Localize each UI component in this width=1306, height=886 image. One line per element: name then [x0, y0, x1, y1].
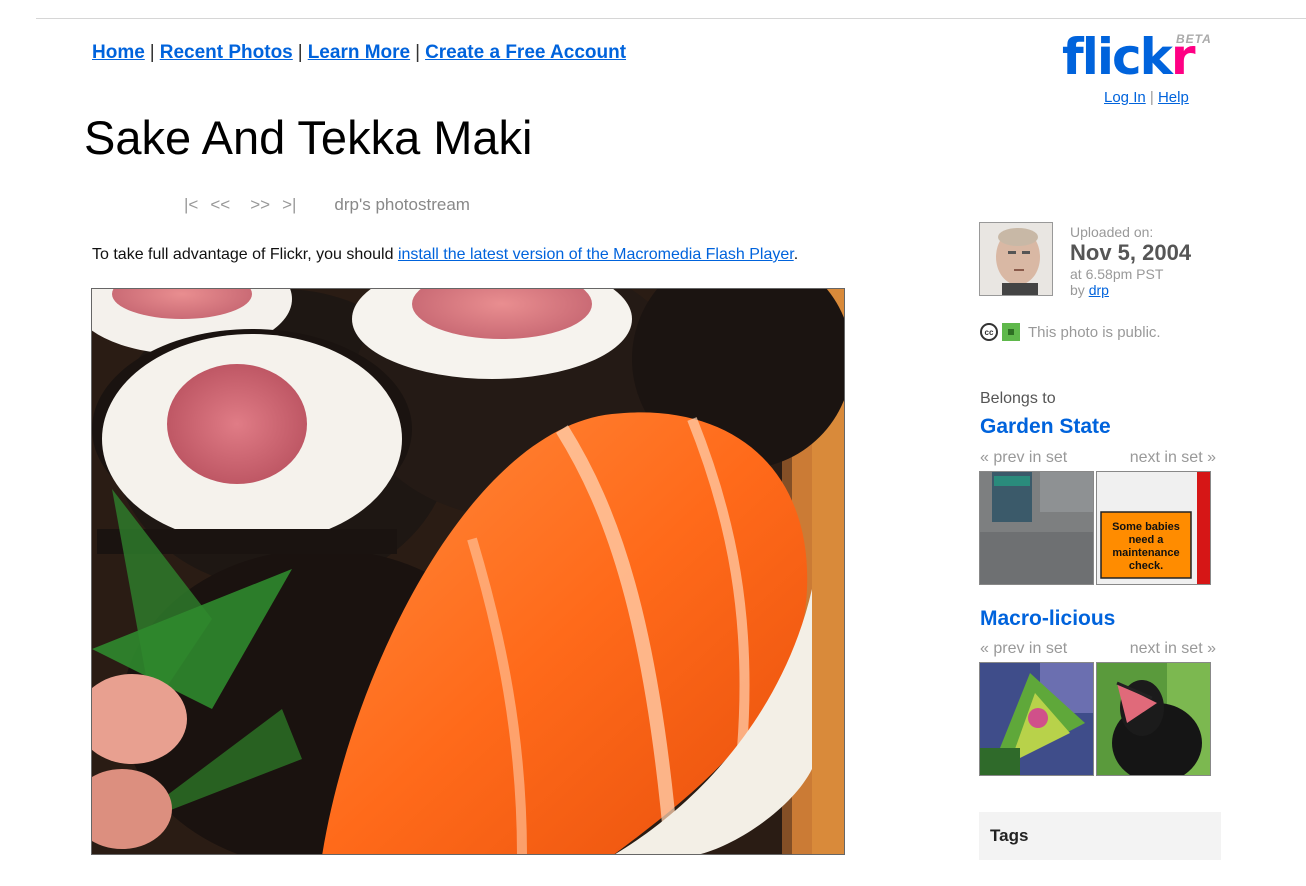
- nav-separator: |: [415, 42, 421, 63]
- first-photo-button[interactable]: |<: [184, 195, 198, 214]
- svg-text:maintenance: maintenance: [1112, 547, 1179, 559]
- upload-time: at 6.58pm PST: [1070, 266, 1164, 282]
- privacy-text: This photo is public.: [1028, 323, 1161, 341]
- set-nav: « prev in set next in set »: [980, 449, 1216, 467]
- upload-info: Uploaded on: Nov 5, 2004 at 6.58pm PST b…: [1070, 224, 1191, 298]
- photostream-pager: |< << >> >| drp's photostream: [184, 195, 482, 215]
- flash-notice-text: To take full advantage of Flickr, you sh…: [92, 246, 398, 263]
- last-photo-button[interactable]: >|: [282, 195, 296, 214]
- nav-recent-photos-link[interactable]: Recent Photos: [160, 42, 293, 63]
- auth-separator: |: [1149, 89, 1154, 106]
- svg-text:check.: check.: [1129, 560, 1163, 572]
- help-link[interactable]: Help: [1158, 89, 1189, 106]
- flickr-logo[interactable]: flickr BETA: [1062, 30, 1222, 84]
- tags-heading: Tags: [990, 826, 1029, 845]
- svg-text:need a: need a: [1129, 534, 1165, 546]
- tags-panel: Tags: [979, 812, 1221, 860]
- photo-title: Sake And Tekka Maki: [84, 111, 533, 164]
- next-photo-button[interactable]: >>: [250, 195, 270, 214]
- photostream-link[interactable]: drp's photostream: [334, 195, 470, 214]
- prev-in-set-thumbnail[interactable]: [979, 471, 1094, 585]
- next-in-set-thumbnail[interactable]: [1096, 662, 1211, 776]
- nav-home-link[interactable]: Home: [92, 42, 145, 63]
- set-nav: « prev in set next in set »: [980, 640, 1216, 658]
- upload-date: Nov 5, 2004: [1070, 240, 1192, 265]
- set-title-macro-licious[interactable]: Macro-licious: [980, 607, 1115, 631]
- prev-in-set-thumbnail[interactable]: [979, 662, 1094, 776]
- login-link[interactable]: Log In: [1104, 89, 1146, 106]
- flash-notice-suffix: .: [793, 246, 799, 263]
- uploaded-on-label: Uploaded on:: [1070, 224, 1154, 240]
- privacy-status: cc This photo is public.: [980, 323, 1161, 341]
- svg-text:Some babies: Some babies: [1112, 521, 1180, 533]
- public-icon: [1002, 323, 1020, 341]
- nav-separator: |: [149, 42, 155, 63]
- top-divider: [36, 18, 1306, 19]
- nav-create-account-link[interactable]: Create a Free Account: [425, 42, 626, 63]
- flash-notice: To take full advantage of Flickr, you sh…: [92, 246, 798, 264]
- set-title-garden-state[interactable]: Garden State: [980, 415, 1111, 439]
- next-in-set-thumbnail[interactable]: Some babies need a maintenance check.: [1096, 471, 1211, 585]
- flash-install-link[interactable]: install the latest version of the Macrom…: [398, 246, 794, 263]
- next-in-set-link[interactable]: next in set »: [1130, 449, 1216, 467]
- uploaded-by: by drp: [1070, 282, 1109, 298]
- belongs-to-label: Belongs to: [980, 390, 1056, 407]
- main-photo[interactable]: [91, 288, 845, 855]
- prev-in-set-link[interactable]: « prev in set: [980, 640, 1067, 658]
- prev-photo-button[interactable]: <<: [210, 195, 230, 214]
- creative-commons-icon[interactable]: cc: [980, 323, 998, 341]
- next-in-set-link[interactable]: next in set »: [1130, 640, 1216, 658]
- nav-learn-more-link[interactable]: Learn More: [308, 42, 410, 63]
- uploader-avatar[interactable]: [979, 222, 1053, 296]
- nav-separator: |: [297, 42, 303, 63]
- top-nav: Home | Recent Photos | Learn More | Create a F…: [92, 42, 626, 64]
- beta-label: BETA: [1176, 32, 1212, 46]
- auth-links: Log In | Help: [1104, 89, 1189, 106]
- uploader-link[interactable]: drp: [1089, 282, 1109, 298]
- prev-in-set-link[interactable]: « prev in set: [980, 449, 1067, 467]
